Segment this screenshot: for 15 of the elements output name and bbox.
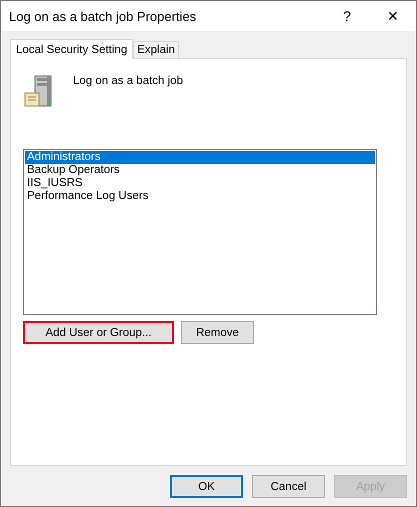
list-item[interactable]: IIS_IUSRS <box>25 177 375 190</box>
policy-name: Log on as a batch job <box>73 75 183 87</box>
member-button[interactable]: Add User or Group... <box>23 321 174 344</box>
tab[interactable]: Explain <box>133 41 179 58</box>
list-item[interactable]: Administrators <box>25 151 375 164</box>
dialog-button[interactable]: OK <box>170 475 243 498</box>
dialog-button[interactable]: Cancel <box>252 475 325 498</box>
list-item[interactable]: Performance Log Users <box>25 190 375 203</box>
close-button[interactable]: ✕ <box>370 1 416 31</box>
help-button[interactable]: ? <box>324 1 370 31</box>
members-list[interactable]: Administrators Backup Operators IIS_IUSRS Performance Log Users <box>23 149 377 315</box>
window-title: Log on as a batch job Properties <box>9 8 198 24</box>
list-item[interactable]: Backup Operators <box>25 164 375 177</box>
tab[interactable]: Local Security Setting <box>10 39 134 59</box>
member-button[interactable]: Remove <box>181 321 254 344</box>
